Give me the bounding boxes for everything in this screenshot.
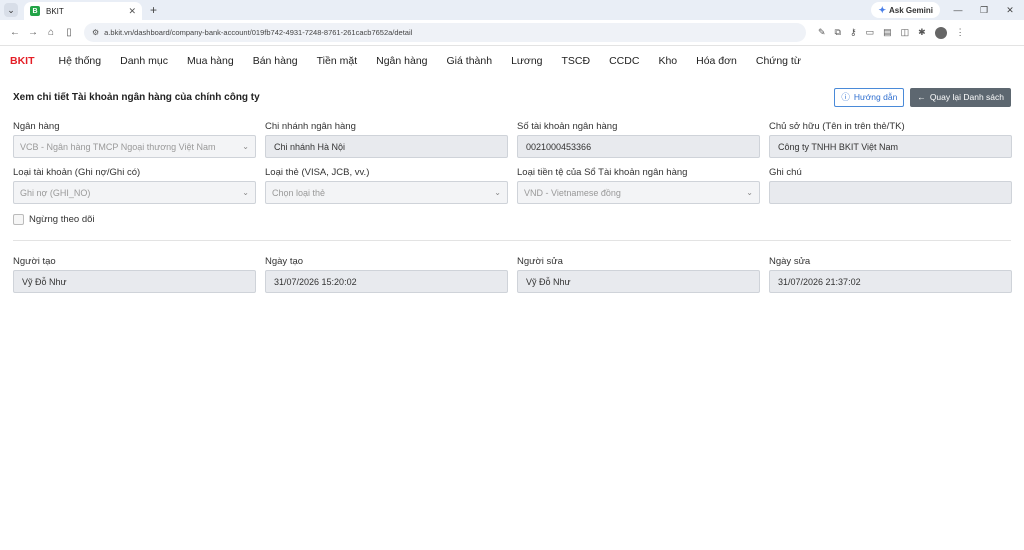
question-circle-icon: ⓘ (841, 92, 850, 102)
extensions-icon[interactable]: ⧉ (835, 27, 841, 38)
chevron-down-icon: ⌄ (242, 142, 249, 151)
currency-value: VND - Vietnamese đồng (524, 187, 621, 198)
owner-label: Chủ sở hữu (Tên in trên thẻ/TK) (769, 121, 905, 132)
forward-arrow-icon[interactable]: → (24, 27, 42, 38)
tab-search-icon[interactable]: ⌄ (4, 3, 18, 17)
back-arrow-icon[interactable]: ← (6, 27, 24, 38)
card-icon[interactable]: ▭ (866, 27, 875, 38)
site-info-icon[interactable]: ⚙ (92, 28, 99, 37)
close-tab-icon[interactable]: ✕ (128, 6, 136, 17)
nav-tscd[interactable]: TSCĐ (562, 55, 591, 67)
back-button-label: Quay lại Danh sách (929, 92, 1004, 102)
created-by-label: Người tạo (13, 256, 56, 267)
account-type-value: Ghi nợ (GHI_NO) (20, 187, 91, 198)
app-navbar: BKIT Hệ thống Danh mục Mua hàng Bán hàng… (0, 46, 1024, 76)
nav-gia-thanh[interactable]: Giá thành (447, 55, 493, 67)
account-type-label: Loại tài khoản (Ghi nợ/Ghi có) (13, 167, 141, 178)
nav-chung-tu[interactable]: Chứng từ (756, 55, 801, 67)
card-type-placeholder: Chọn loại thẻ (272, 187, 326, 198)
url-bar[interactable]: ⚙ a.bkit.vn/dashboard/company-bank-accou… (84, 23, 806, 42)
nav-hoa-don[interactable]: Hóa đơn (696, 55, 737, 67)
more-menu-icon[interactable]: ⋮ (956, 27, 965, 38)
new-tab-icon[interactable]: + (150, 3, 157, 17)
profile-avatar[interactable] (934, 26, 947, 39)
tab-title: BKIT (46, 6, 64, 16)
split-icon[interactable]: ◫ (901, 27, 910, 38)
close-window-icon[interactable]: ✕ (1002, 5, 1018, 16)
page-header: Xem chi tiết Tài khoản ngân hàng của chí… (0, 76, 1024, 118)
arrow-left-icon: ← (917, 92, 926, 102)
nav-he-thong[interactable]: Hệ thống (59, 55, 102, 67)
updated-at-field[interactable]: 31/07/2026 21:37:02 (769, 270, 1012, 293)
bank-select[interactable]: VCB - Ngân hàng TMCP Ngoại thương Việt N… (13, 135, 256, 158)
page-title: Xem chi tiết Tài khoản ngân hàng của chí… (13, 91, 260, 103)
account-number-label: Số tài khoản ngân hàng (517, 121, 618, 132)
owner-field[interactable]: Công ty TNHH BKIT Việt Nam (769, 135, 1012, 158)
card-type-label: Loại thẻ (VISA, JCB, vv.) (265, 167, 370, 178)
card-type-select[interactable]: Chọn loại thẻ ⌄ (265, 181, 508, 204)
chevron-down-icon: ⌄ (494, 188, 501, 197)
help-button[interactable]: ⓘ Hướng dẫn (834, 87, 905, 107)
created-at-field[interactable]: 31/07/2026 15:20:02 (265, 270, 508, 293)
favicon-icon: B (30, 6, 40, 16)
account-type-select[interactable]: Ghi nợ (GHI_NO) ⌄ (13, 181, 256, 204)
chevron-down-icon: ⌄ (242, 188, 249, 197)
back-to-list-button[interactable]: ← Quay lại Danh sách (910, 87, 1011, 107)
updated-by-field[interactable]: Vỹ Đỗ Như (517, 270, 760, 293)
restore-icon[interactable]: ❐ (976, 5, 992, 16)
edit-icon[interactable]: ✎ (818, 27, 826, 38)
bank-value: VCB - Ngân hàng TMCP Ngoại thương Việt N… (20, 141, 216, 152)
branch-label: Chi nhánh ngân hàng (265, 121, 356, 132)
bank-account-form: Ngân hàng VCB - Ngân hàng TMCP Ngoại thư… (0, 118, 1024, 293)
ask-gemini-button[interactable]: ✦ Ask Gemini (871, 2, 940, 18)
note-label: Ghi chú (769, 167, 802, 178)
url-text: a.bkit.vn/dashboard/company-bank-account… (104, 28, 413, 37)
updated-by-label: Người sửa (517, 256, 563, 267)
updated-at-label: Ngày sửa (769, 256, 811, 267)
bank-label: Ngân hàng (13, 121, 60, 132)
browser-tab[interactable]: B BKIT ✕ (24, 2, 142, 20)
currency-select[interactable]: VND - Vietnamese đồng ⌄ (517, 181, 760, 204)
nav-tien-mat[interactable]: Tiền mặt (317, 55, 357, 67)
gemini-sparkle-icon: ✦ (878, 4, 886, 15)
reader-icon[interactable]: ▤ (883, 27, 892, 38)
branch-field[interactable]: Chi nhánh Hà Nội (265, 135, 508, 158)
chevron-down-icon: ⌄ (746, 188, 753, 197)
help-button-label: Hướng dẫn (853, 92, 898, 102)
nav-ccdc[interactable]: CCDC (609, 55, 639, 67)
nav-ban-hang[interactable]: Bán hàng (253, 55, 298, 67)
divider (13, 240, 1011, 241)
created-by-field[interactable]: Vỹ Đỗ Như (13, 270, 256, 293)
account-number-field[interactable]: 0021000453366 (517, 135, 760, 158)
brand-logo[interactable]: BKIT (10, 55, 35, 67)
nav-mua-hang[interactable]: Mua hàng (187, 55, 234, 67)
nav-luong[interactable]: Lương (511, 55, 542, 67)
bug-icon[interactable]: ✱ (918, 27, 926, 38)
stop-tracking-row: Ngừng theo dõi (13, 210, 1011, 228)
password-key-icon[interactable]: ⚷ (850, 27, 857, 38)
created-at-label: Ngày tạo (265, 256, 304, 267)
minimize-icon[interactable]: — (950, 5, 966, 15)
nav-ngan-hang[interactable]: Ngân hàng (376, 55, 427, 67)
ask-gemini-label: Ask Gemini (888, 5, 933, 15)
browser-toolbar: ← → ⌂ ▯ ⚙ a.bkit.vn/dashboard/company-ba… (0, 20, 1024, 46)
nav-danh-muc[interactable]: Danh mục (120, 55, 168, 67)
note-field[interactable] (769, 181, 1012, 204)
browser-tabbar: ⌄ B BKIT ✕ + ✦ Ask Gemini — ❐ ✕ (0, 0, 1024, 20)
stop-tracking-checkbox[interactable] (13, 213, 24, 225)
home-icon[interactable]: ⌂ (42, 27, 60, 38)
currency-label: Loại tiền tệ của Sổ Tài khoản ngân hàng (517, 167, 688, 178)
sidebar-icon[interactable]: ▯ (60, 27, 78, 38)
nav-kho[interactable]: Kho (658, 55, 677, 67)
stop-tracking-label: Ngừng theo dõi (29, 213, 95, 225)
